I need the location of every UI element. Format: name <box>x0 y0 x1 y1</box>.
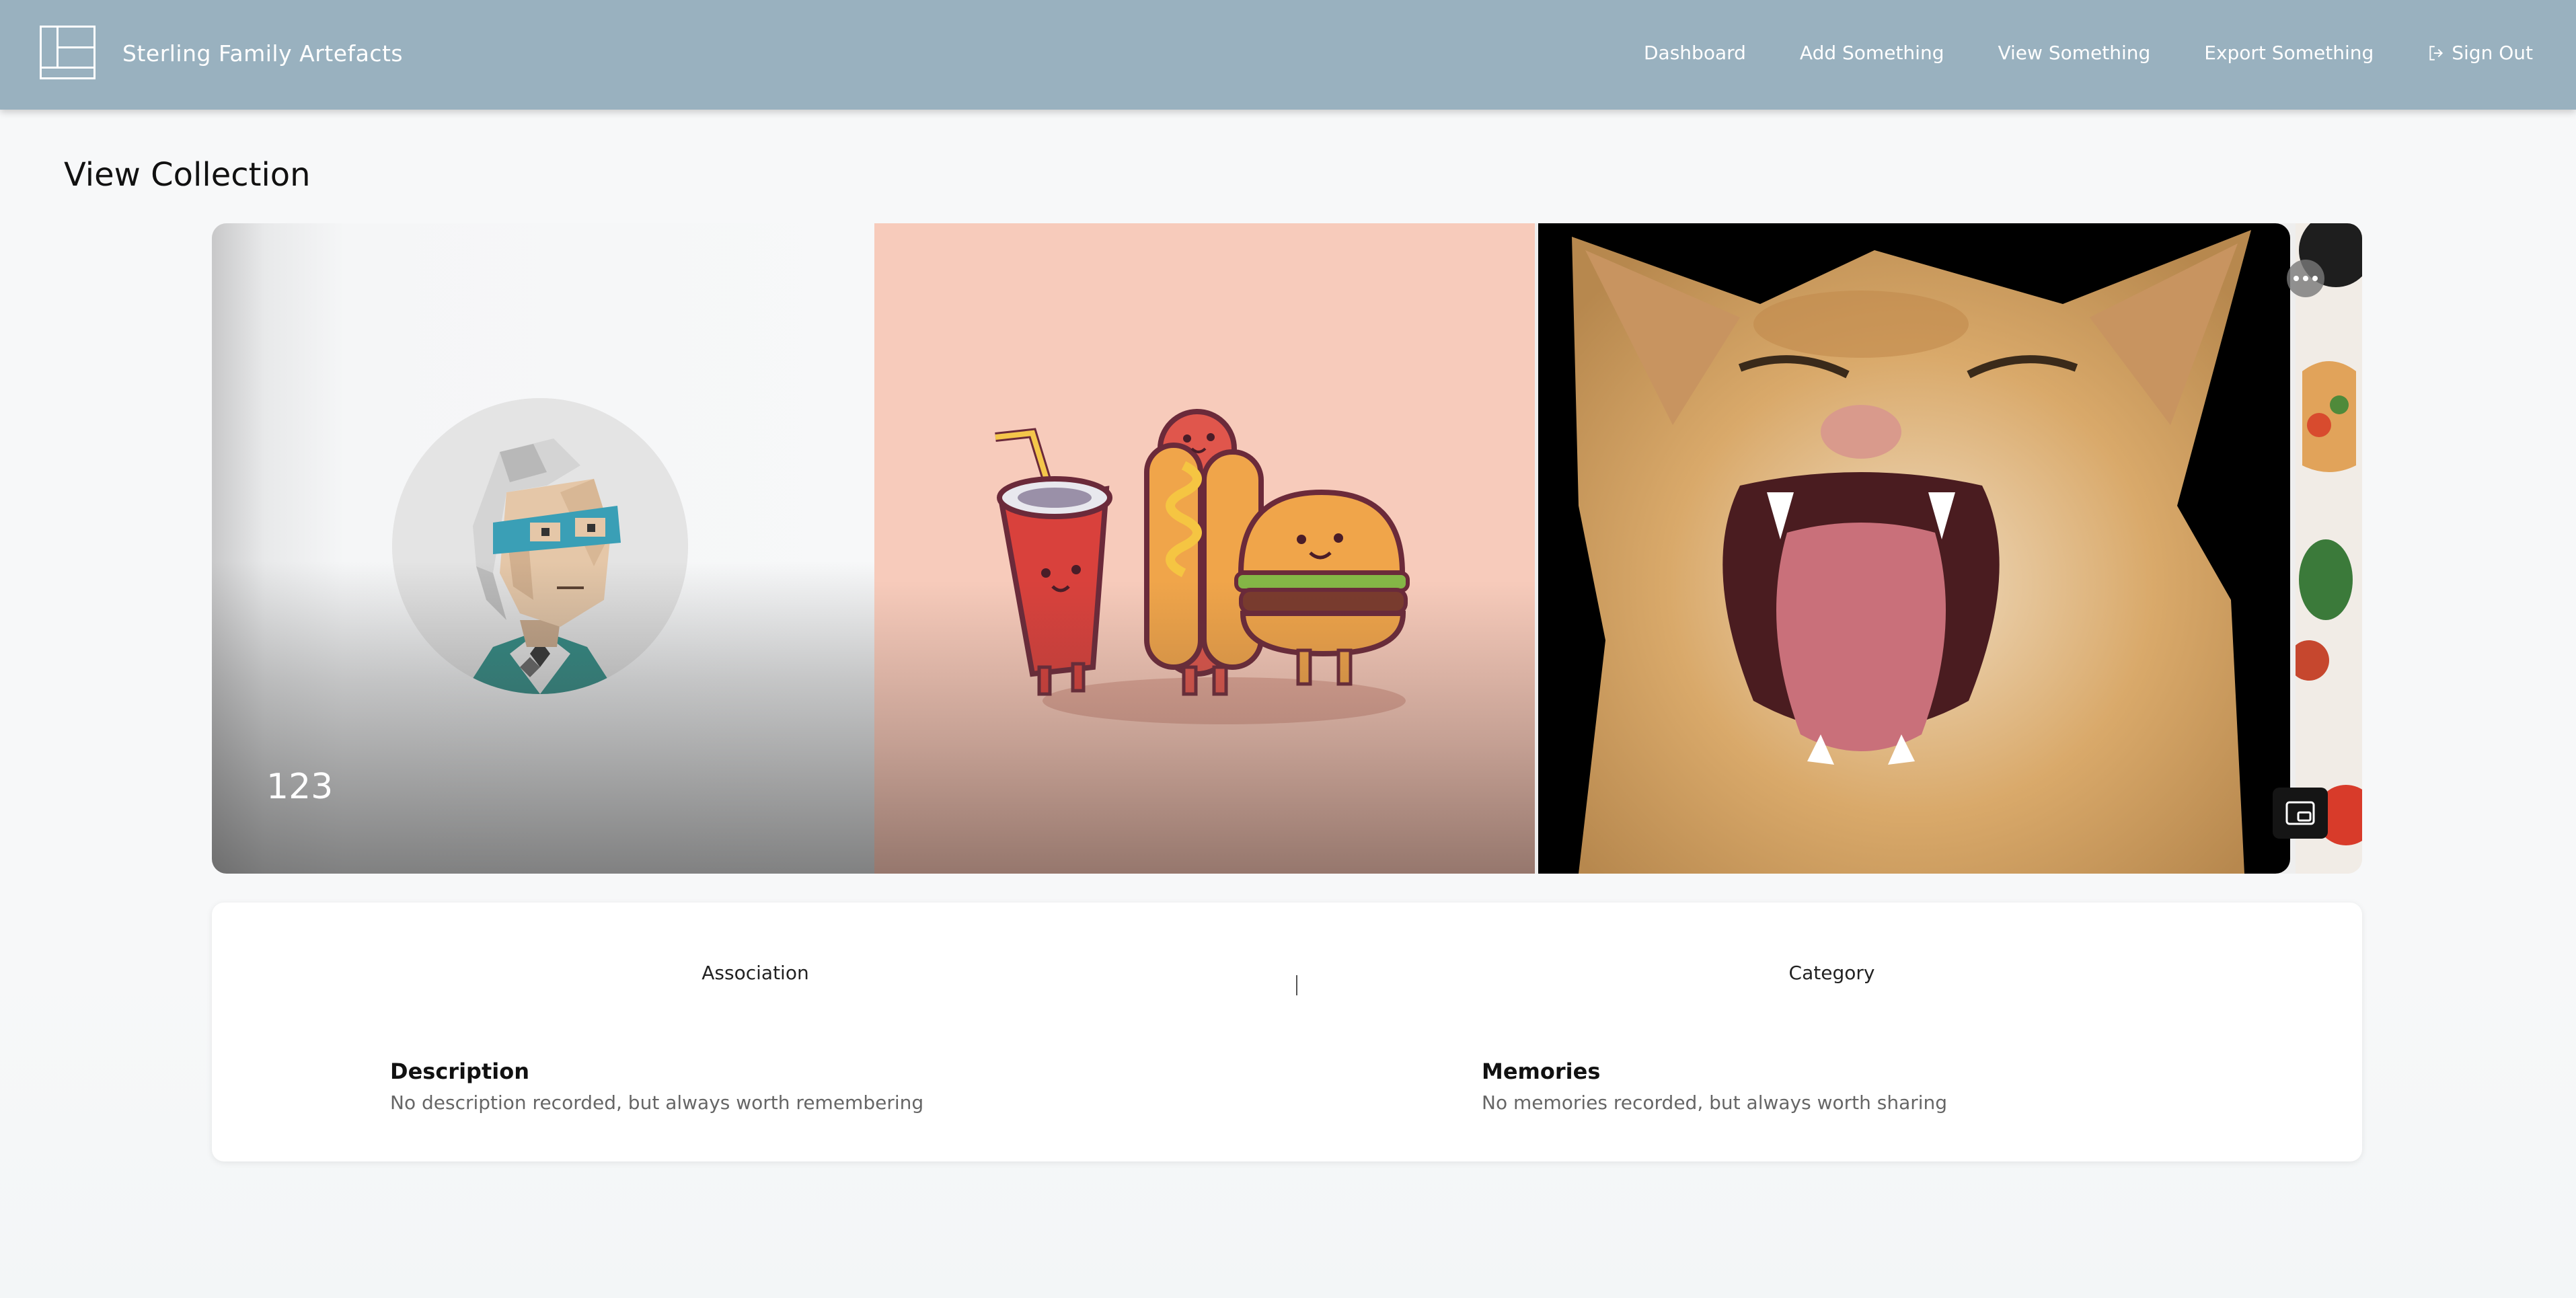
artefact-details-card: Association Category Description No desc… <box>212 903 2362 1161</box>
picture-in-picture-icon <box>2285 801 2315 825</box>
description-text: No description recorded, but always wort… <box>390 1092 924 1114</box>
page-title: View Collection <box>64 156 311 194</box>
divider <box>1296 975 1297 995</box>
image-carousel[interactable]: 123 <box>212 223 2362 874</box>
logo-icon[interactable] <box>40 26 96 79</box>
brand-name[interactable]: Sterling Family Artefacts <box>122 40 403 67</box>
slide-gradient-overlay <box>874 223 1535 874</box>
picture-in-picture-button[interactable] <box>2273 788 2328 839</box>
top-navigation-bar: Sterling Family Artefacts Dashboard Add … <box>0 0 2576 110</box>
carousel-slide[interactable] <box>1538 223 2290 874</box>
slide-caption: 123 <box>266 767 334 807</box>
carousel-slide[interactable] <box>874 223 1535 874</box>
category-label: Category <box>1788 962 1875 984</box>
more-options-button[interactable] <box>2287 260 2324 297</box>
sign-out-icon <box>2429 45 2444 61</box>
nav-add-something[interactable]: Add Something <box>1800 42 1944 64</box>
more-icon <box>2294 276 2299 281</box>
memories-text: No memories recorded, but always worth s… <box>1482 1092 1948 1114</box>
nav-view-something[interactable]: View Something <box>1998 42 2150 64</box>
carousel-slide[interactable]: 123 <box>212 223 874 874</box>
carousel-slide[interactable] <box>2296 223 2362 874</box>
sign-out-label: Sign Out <box>2452 42 2533 64</box>
nav-dashboard[interactable]: Dashboard <box>1644 42 1746 64</box>
description-heading: Description <box>390 1059 529 1084</box>
main-nav: Dashboard Add Something View Something E… <box>1590 42 2533 64</box>
memories-heading: Memories <box>1482 1059 1601 1084</box>
food-photo <box>2296 223 2362 874</box>
nav-sign-out[interactable]: Sign Out <box>2427 42 2533 64</box>
nav-export-something[interactable]: Export Something <box>2204 42 2374 64</box>
cat-photo <box>1572 230 2251 874</box>
association-label: Association <box>702 962 809 984</box>
